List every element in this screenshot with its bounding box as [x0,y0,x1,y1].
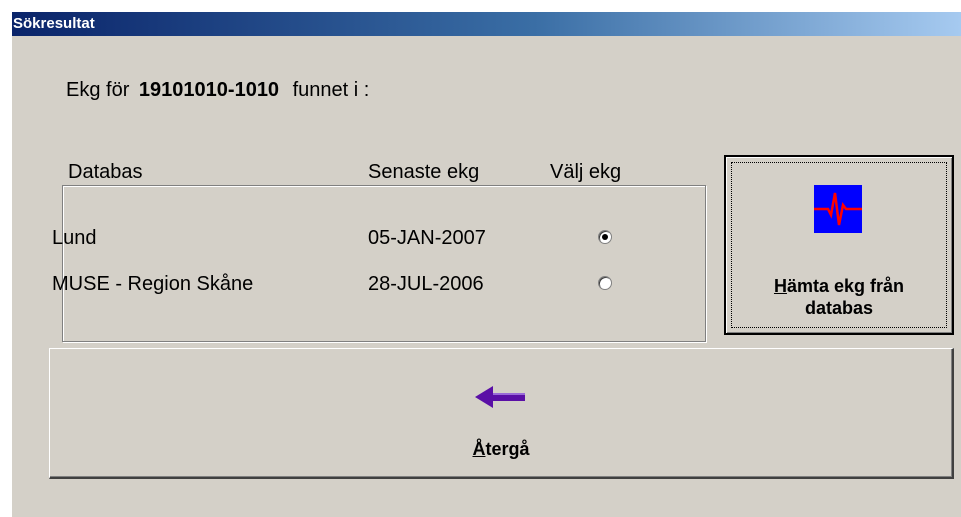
row-database: Lund [52,227,97,249]
heading-suffix: funnet i : [292,79,370,101]
fetch-label-line2: databas [804,298,874,318]
back-label: Återgå [50,439,952,460]
window-title: Sökresultat [12,12,961,36]
row-latest-ekg: 05-JAN-2007 [368,227,486,249]
select-ekg-radio-muse[interactable] [598,276,612,290]
column-header-database: Databas [68,160,147,184]
left-arrow-icon [475,386,525,408]
search-result-dialog: Sökresultat Ekg för 19101010-1010 funnet… [12,12,961,517]
heading-prefix: Ekg för [66,79,130,101]
radio-selected-dot [602,234,608,240]
personnummer: 19101010-1010 [138,79,280,101]
fetch-ekg-button[interactable]: Hämta ekg från databas [724,155,954,335]
fetch-label-line1: ämta ekg från [786,276,905,296]
back-label-rest: tergå [485,439,530,459]
back-button[interactable]: Återgå [49,348,954,479]
row-latest-ekg: 28-JUL-2006 [368,273,484,295]
select-ekg-radio-lund[interactable] [598,230,612,244]
back-mnemonic: Å [472,439,486,459]
fetch-ekg-label: Hämta ekg från databas [726,275,952,319]
ecg-heartbeat-icon [814,185,862,233]
result-heading: Ekg för 19101010-1010 funnet i : [66,79,369,102]
row-database: MUSE - Region Skåne [52,273,254,295]
column-header-select-ekg: Välj ekg [550,160,625,184]
database-groupbox [62,185,706,342]
fetch-mnemonic: H [773,276,787,296]
column-header-latest-ekg: Senaste ekg [368,161,480,183]
